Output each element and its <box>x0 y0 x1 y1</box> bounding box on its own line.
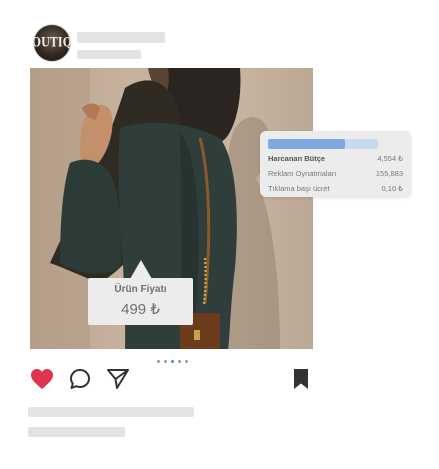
price-tag-pointer <box>130 260 152 279</box>
subtitle-placeholder <box>77 50 141 59</box>
heart-icon[interactable] <box>30 368 54 390</box>
avatar-logo-text: OUTIQ <box>33 35 71 51</box>
carousel-dot[interactable] <box>185 360 188 363</box>
caption-placeholder <box>28 427 125 437</box>
bookmark-icon[interactable] <box>292 368 310 390</box>
carousel-dot[interactable] <box>157 360 160 363</box>
username-placeholder <box>77 32 165 43</box>
stat-value: 0,10 ₺ <box>381 183 403 193</box>
likes-placeholder <box>28 407 194 417</box>
carousel-dot[interactable] <box>178 360 181 363</box>
price-tag[interactable]: Ürün Fiyatı 499 ₺ <box>88 260 193 325</box>
stat-label: Harcanan Bütçe <box>268 153 326 163</box>
carousel-dot[interactable] <box>164 360 167 363</box>
stat-label: Tıklama başı ücret <box>268 183 330 193</box>
ad-stats-card: Harcanan Bütçe 4,554 ₺ Reklam Oynatmalar… <box>260 131 411 197</box>
stat-value: 155,883 <box>375 168 403 178</box>
comment-icon[interactable] <box>69 368 91 390</box>
budget-progress-fill <box>268 139 345 149</box>
stat-row-cpc: Tıklama başı ücret 0,10 ₺ <box>268 182 403 194</box>
price-tag-body: Ürün Fiyatı 499 ₺ <box>88 278 193 325</box>
budget-progress-bar <box>268 139 378 149</box>
stat-value: 4,554 ₺ <box>377 153 403 163</box>
share-icon[interactable] <box>106 368 130 390</box>
price-label: Ürün Fiyatı <box>114 284 167 295</box>
stat-row-impressions: Reklam Oynatmaları 155,883 <box>268 167 403 179</box>
carousel-pagination[interactable] <box>157 360 188 363</box>
carousel-dot[interactable] <box>171 360 174 363</box>
stat-row-budget: Harcanan Bütçe 4,554 ₺ <box>268 152 403 164</box>
price-value: 499 ₺ <box>121 301 160 318</box>
avatar[interactable]: OUTIQ <box>33 24 71 62</box>
stat-label: Reklam Oynatmaları <box>268 168 337 178</box>
